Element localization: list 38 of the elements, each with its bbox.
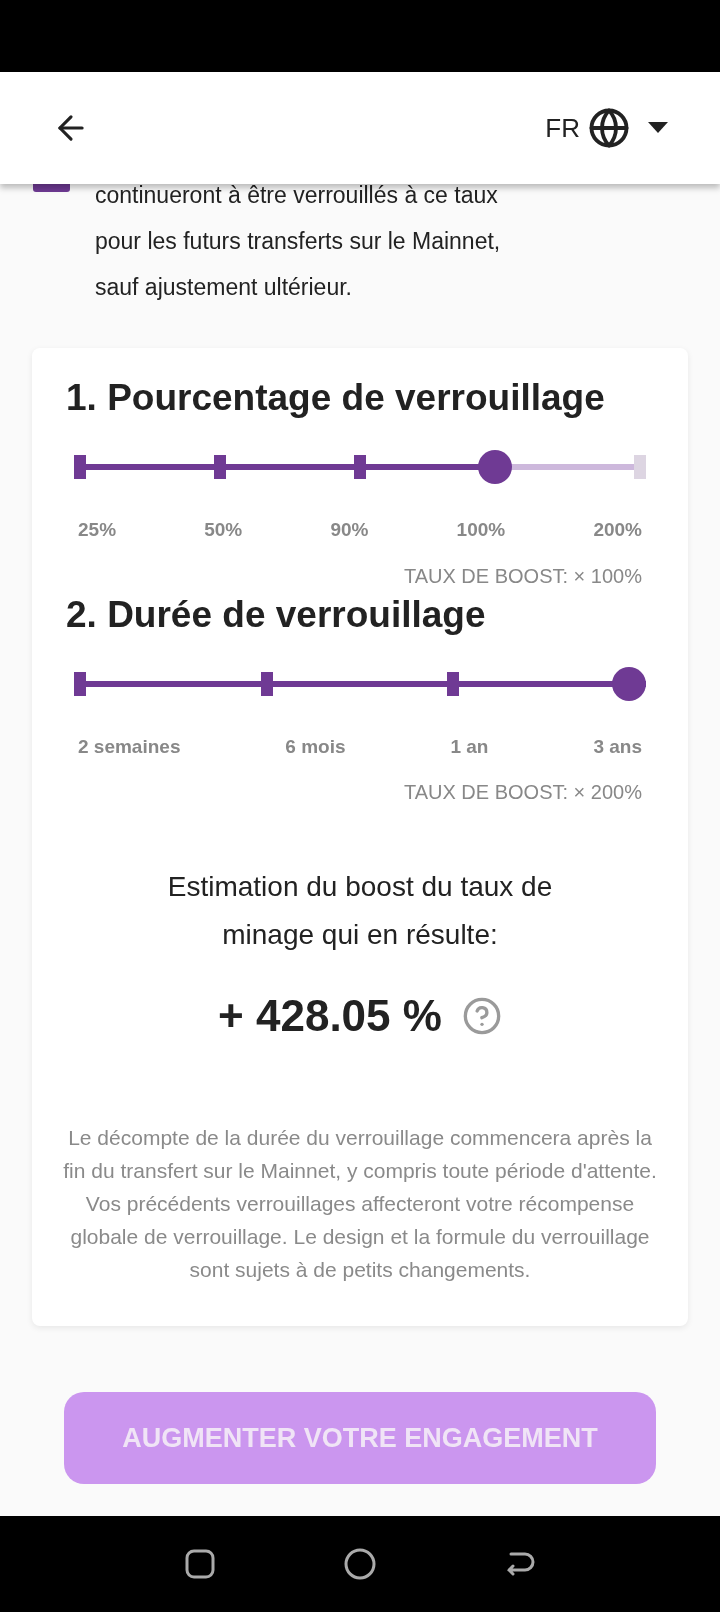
checkbox[interactable]	[33, 184, 70, 192]
slider-label: 6 mois	[285, 734, 346, 759]
intro-text-line: pour les futurs transferts sur le Mainnet,	[95, 227, 501, 256]
language-code[interactable]: FR	[545, 108, 580, 148]
slider-thumb[interactable]	[612, 666, 646, 701]
intro-text-line: sauf ajustement ultérieur.	[95, 273, 353, 302]
slider-tick	[74, 671, 86, 696]
slider-label: 2 semaines	[78, 734, 181, 759]
slider-tick	[634, 455, 646, 479]
globe-icon[interactable]	[588, 107, 630, 149]
slider-label: 100%	[456, 518, 506, 542]
intro-text-line: continueront à être verrouillés à ce taux	[95, 181, 499, 210]
section-title: 1. Pourcentage de verrouillage	[65, 376, 606, 420]
slider-label: 1 an	[450, 734, 489, 759]
slider-tick	[214, 455, 226, 479]
slider-label: 90%	[330, 518, 369, 542]
dropdown-caret-icon[interactable]	[648, 122, 668, 134]
slider-label: 25%	[78, 518, 117, 542]
home-icon[interactable]	[344, 1548, 376, 1580]
slider-track[interactable]	[74, 450, 646, 484]
slider-label: 3 ans	[593, 734, 642, 759]
slider-track[interactable]	[74, 666, 646, 701]
section-title: 2. Durée de verrouillage	[65, 592, 487, 637]
boost-estimate: + 428.05 %	[218, 990, 442, 1042]
slider-label: 200%	[593, 518, 642, 542]
boost-rate: TAUX DE BOOST: × 100%	[403, 563, 642, 589]
slider-tick	[260, 671, 273, 696]
slider-thumb[interactable]	[477, 450, 512, 484]
boost-rate: TAUX DE BOOST: × 200%	[403, 780, 642, 805]
help-icon[interactable]	[461, 996, 502, 1036]
slider-tick	[447, 671, 460, 696]
slider-label: 50%	[204, 518, 243, 542]
disclaimer-text: Le décompte de la durée du verrouillage commencera après la fin du transfert sur le Mainnet, y compris toute période d'attente. Vos précédents verrouillages affecteront votre récompense globale de verrouillage. Le design et la formule du verrouillage sont sujets à de petits changements.	[62, 1125, 658, 1283]
estimate-label: Estimation du boost du taux de minage qui en résulte:	[166, 870, 554, 952]
slider-tick	[354, 455, 366, 479]
slider-tick	[74, 455, 86, 479]
recent-apps-icon[interactable]	[184, 1549, 215, 1579]
back-icon[interactable]	[505, 1550, 536, 1578]
